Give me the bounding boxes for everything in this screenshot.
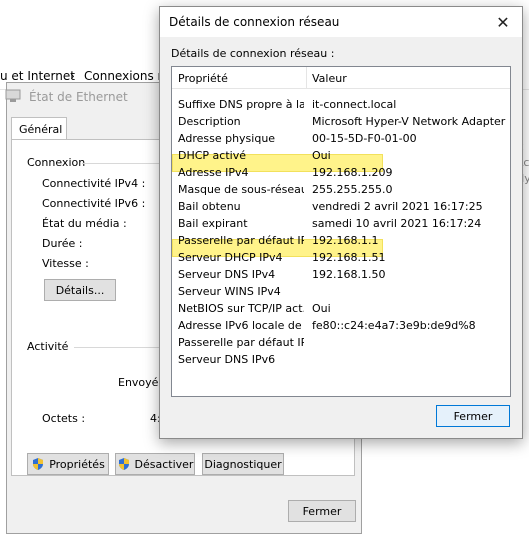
speed-label: Vitesse :: [42, 257, 89, 270]
octets-label: Octets :: [42, 412, 86, 425]
list-item[interactable]: Masque de sous-réseau ... 255.255.255.0: [172, 182, 510, 199]
ipv6-connectivity-label: Connectivité IPv6 :: [42, 197, 146, 210]
list-item[interactable]: Serveur DNS IPv4 192.168.1.50: [172, 267, 510, 284]
list-item[interactable]: Serveur DNS IPv6: [172, 352, 510, 369]
property-value: fe80::c24:e4a7:3e9b:de9d%8: [312, 319, 476, 332]
property-value: 255.255.255.0: [312, 183, 393, 196]
property-value: 192.168.1.51: [312, 251, 386, 264]
list-item[interactable]: Passerelle par défaut IPv4 192.168.1.1: [172, 233, 510, 250]
property-name: Adresse IPv4: [178, 166, 249, 179]
list-item[interactable]: DHCP activé Oui: [172, 148, 510, 165]
breadcrumb-item-internet[interactable]: u et Internet: [0, 69, 75, 83]
property-value: 192.168.1.50: [312, 268, 386, 281]
breadcrumb-item-connexions[interactable]: Connexions ré: [84, 69, 170, 83]
property-name: Passerelle par défaut IPv6: [178, 336, 304, 349]
network-adapter-icon: [5, 89, 21, 102]
close-icon[interactable]: ✕: [492, 11, 514, 33]
details-window-title: Détails de connexion réseau: [169, 15, 340, 29]
column-header-property[interactable]: Propriété: [178, 72, 228, 85]
property-name: Serveur DHCP IPv4: [178, 251, 283, 264]
disable-button-label: Désactiver: [134, 457, 194, 471]
list-item[interactable]: Adresse IPv6 locale de li... fe80::c24:e…: [172, 318, 510, 335]
details-list[interactable]: Propriété Valeur Suffixe DNS propre à la…: [171, 66, 511, 397]
tab-general[interactable]: Général: [11, 117, 67, 141]
property-name: Suffixe DNS propre à la ...: [178, 98, 304, 111]
diagnose-button[interactable]: Diagnostiquer: [202, 453, 284, 475]
property-name: Serveur DNS IPv6: [178, 353, 276, 366]
close-button-background[interactable]: Fermer: [288, 500, 356, 522]
list-item[interactable]: Bail obtenu vendredi 2 avril 2021 16:17:…: [172, 199, 510, 216]
shield-icon: [118, 458, 129, 470]
list-item[interactable]: NetBIOS sur TCP/IP act... Oui: [172, 301, 510, 318]
list-item[interactable]: Passerelle par défaut IPv6: [172, 335, 510, 352]
breadcrumb-separator: ›: [70, 69, 75, 83]
property-name: Serveur DNS IPv4: [178, 268, 276, 281]
list-item[interactable]: Bail expirant samedi 10 avril 2021 16:17…: [172, 216, 510, 233]
properties-button-label: Propriétés: [49, 457, 105, 471]
property-value: vendredi 2 avril 2021 16:17:25: [312, 200, 483, 213]
close-button[interactable]: Fermer: [436, 405, 510, 427]
list-item[interactable]: Adresse IPv4 192.168.1.209: [172, 165, 510, 182]
activity-group-label: Activité: [27, 340, 69, 353]
dialog-title: État de Ethernet: [29, 90, 128, 104]
list-header: Propriété Valeur: [172, 67, 510, 89]
property-value: 192.168.1.1: [312, 234, 379, 247]
column-separator[interactable]: [306, 67, 307, 89]
property-value: Oui: [312, 149, 331, 162]
details-titlebar: Détails de connexion réseau ✕: [160, 7, 522, 37]
details-section-label: Détails de connexion réseau :: [171, 47, 335, 60]
property-value: Microsoft Hyper-V Network Adapter: [312, 115, 506, 128]
list-item[interactable]: Suffixe DNS propre à la ... it-connect.l…: [172, 97, 510, 114]
tab-general-label: Général: [19, 123, 63, 136]
media-state-label: État du média :: [42, 217, 127, 230]
column-header-value[interactable]: Valeur: [312, 72, 347, 85]
property-name: DHCP activé: [178, 149, 246, 162]
shield-icon: [33, 458, 44, 470]
property-value: 00-15-5D-F0-01-00: [312, 132, 417, 145]
list-item[interactable]: Adresse physique 00-15-5D-F0-01-00: [172, 131, 510, 148]
duration-label: Durée :: [42, 237, 83, 250]
property-name: Serveur WINS IPv4: [178, 285, 281, 298]
disable-button[interactable]: Désactiver: [115, 453, 195, 475]
property-name: Adresse physique: [178, 132, 276, 145]
details-button[interactable]: Détails...: [44, 279, 116, 301]
property-name: NetBIOS sur TCP/IP act...: [178, 302, 304, 315]
connection-group-label: Connexion: [27, 156, 86, 169]
list-item[interactable]: Description Microsoft Hyper-V Network Ad…: [172, 114, 510, 131]
ipv4-connectivity-label: Connectivité IPv4 :: [42, 177, 146, 190]
list-item[interactable]: Serveur WINS IPv4: [172, 284, 510, 301]
property-name: Adresse IPv6 locale de li...: [178, 319, 304, 332]
property-value: it-connect.local: [312, 98, 397, 111]
property-name: Bail obtenu: [178, 200, 241, 213]
property-value: samedi 10 avril 2021 16:17:24: [312, 217, 482, 230]
property-name: Description: [178, 115, 241, 128]
property-value: Oui: [312, 302, 331, 315]
list-item[interactable]: Serveur DHCP IPv4 192.168.1.51: [172, 250, 510, 267]
property-value: 192.168.1.209: [312, 166, 393, 179]
properties-button[interactable]: Propriétés: [27, 453, 109, 475]
property-name: Masque de sous-réseau ...: [178, 183, 304, 196]
property-name: Passerelle par défaut IPv4: [178, 234, 304, 247]
network-details-dialog: Détails de connexion réseau ✕ Détails de…: [159, 6, 523, 439]
property-name: Bail expirant: [178, 217, 248, 230]
sent-label: Envoyés: [118, 376, 165, 389]
